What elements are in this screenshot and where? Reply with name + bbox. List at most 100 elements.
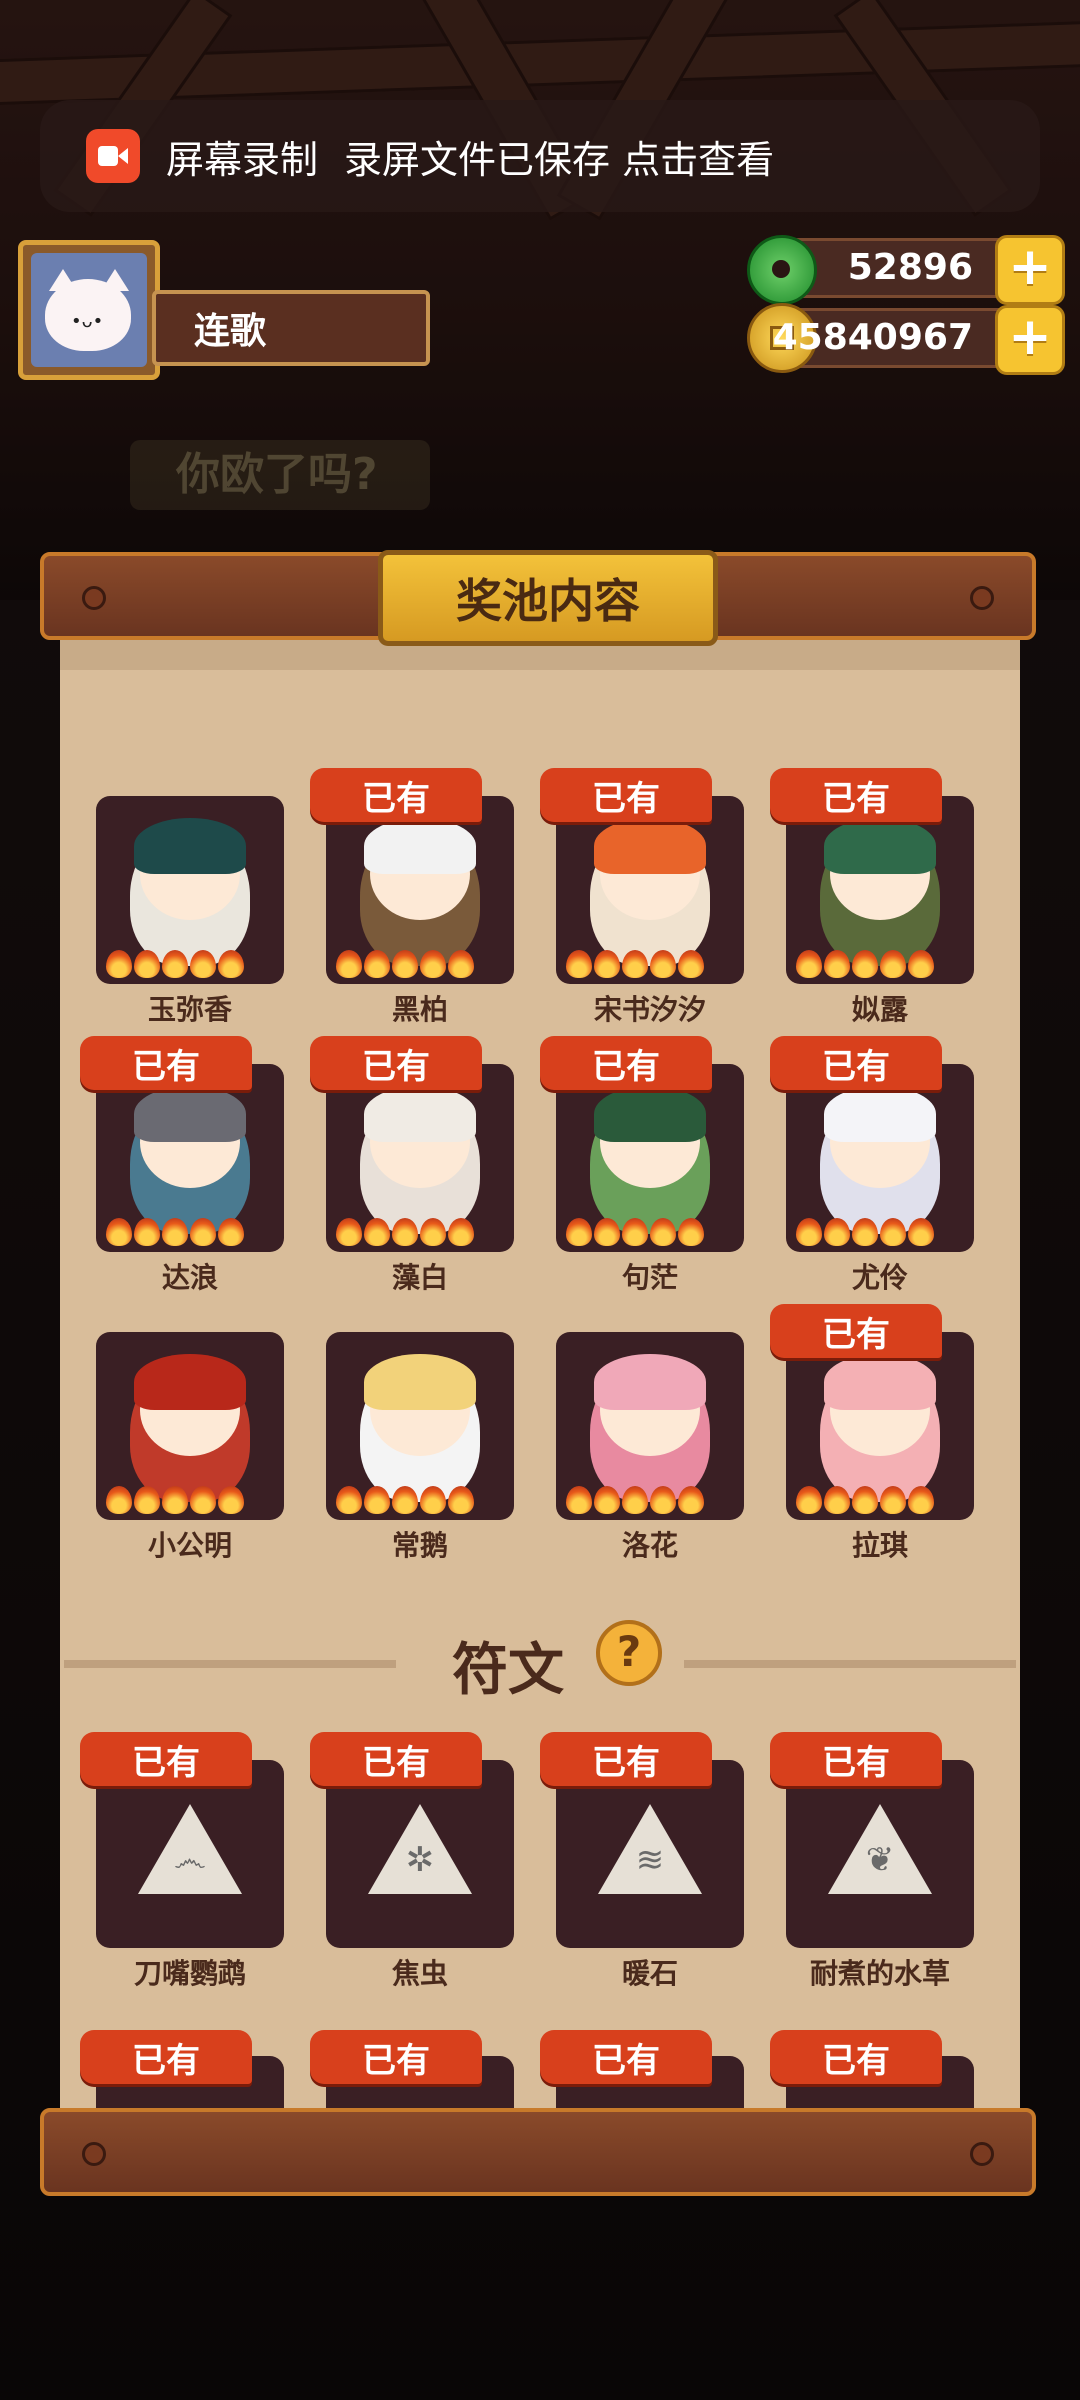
flame-icon [678, 1486, 704, 1514]
flame-rating [796, 950, 934, 978]
flame-icon [364, 950, 390, 978]
jade-amount: 52896 [847, 247, 973, 288]
character-card[interactable] [96, 796, 284, 984]
flame-rating [106, 950, 244, 978]
modal-bottom-board [40, 2108, 1036, 2196]
owned-badge: 已有 [540, 1036, 712, 1090]
flame-rating [106, 1486, 244, 1514]
flame-icon [190, 1486, 216, 1514]
character-card[interactable] [556, 796, 744, 984]
character-name: 姒露 [851, 993, 908, 1026]
character-card[interactable] [786, 796, 974, 984]
rune-name: 焦虫 [391, 1957, 448, 1990]
owned-badge: 已有 [770, 2030, 942, 2084]
flame-icon [566, 950, 592, 978]
nail-icon [970, 2142, 994, 2166]
flame-rating [336, 1486, 474, 1514]
owned-badge: 已有 [770, 1304, 942, 1358]
flame-icon [880, 950, 906, 978]
rune-card[interactable]: ෴ [96, 1760, 284, 1948]
rune-card[interactable]: ✲ [326, 1760, 514, 1948]
flame-icon [824, 1218, 850, 1246]
flame-icon [336, 950, 362, 978]
flame-icon [162, 1218, 188, 1246]
owned-badge: 已有 [770, 1036, 942, 1090]
background-banner-text: 你欧了吗? [130, 440, 430, 510]
flame-icon [218, 1486, 244, 1514]
character-card[interactable] [786, 1064, 974, 1252]
rune-name: 暖石 [621, 1957, 678, 1990]
character-hair [364, 818, 476, 874]
character-card[interactable] [326, 1064, 514, 1252]
character-card[interactable] [326, 1332, 514, 1520]
owned-badge: 已有 [310, 2030, 482, 2084]
modal-title: 奖池内容 [378, 550, 718, 646]
flame-icon [796, 1218, 822, 1246]
screen-record-toast[interactable]: 屏幕录制 录屏文件已保存 点击查看 [40, 100, 1040, 212]
character-card[interactable] [96, 1064, 284, 1252]
flame-icon [908, 1218, 934, 1246]
flame-icon [678, 1218, 704, 1246]
flame-icon [420, 1218, 446, 1246]
flame-icon [908, 1486, 934, 1514]
prize-pool-panel[interactable]: 玉弥香 已有 黑柏 已有 宋书汐汐 已有 姒露 已有 达浪 已有 藻白 已有 句茫 已有 尤伶 小公明 常鹅 洛花… [60, 640, 1020, 2110]
character-card[interactable] [326, 796, 514, 984]
flame-icon [134, 950, 160, 978]
character-hair [824, 1086, 936, 1142]
flame-icon [162, 950, 188, 978]
flame-icon [852, 950, 878, 978]
rune-glyph-icon: ✲ [405, 1840, 435, 1880]
flame-icon [364, 1486, 390, 1514]
flame-icon [622, 1218, 648, 1246]
flame-rating [336, 950, 474, 978]
flame-icon [336, 1218, 362, 1246]
add-jade-button[interactable]: + [995, 235, 1065, 305]
flame-rating [566, 1218, 704, 1246]
flame-icon [650, 1218, 676, 1246]
rune-glyph-icon: ≋ [635, 1840, 665, 1880]
character-name: 拉琪 [851, 1529, 908, 1562]
character-name: 宋书汐汐 [593, 993, 706, 1026]
character-name: 小公明 [147, 1529, 232, 1562]
toast-app-name: 屏幕录制 [166, 137, 319, 182]
nail-icon [82, 586, 106, 610]
flame-icon [364, 1218, 390, 1246]
toast-message: 录屏文件已保存 点击查看 [344, 137, 775, 182]
cat-face: •ᴗ• [71, 311, 104, 332]
character-name: 尤伶 [851, 1261, 908, 1294]
flame-rating [796, 1486, 934, 1514]
flame-icon [336, 1486, 362, 1514]
flame-icon [106, 1218, 132, 1246]
character-hair [134, 1086, 246, 1142]
flame-icon [392, 1486, 418, 1514]
character-card[interactable] [786, 1332, 974, 1520]
owned-badge: 已有 [310, 768, 482, 822]
add-coins-button[interactable]: + [995, 305, 1065, 375]
rune-card[interactable]: ❦ [786, 1760, 974, 1948]
flame-icon [190, 1218, 216, 1246]
owned-badge: 已有 [770, 1732, 942, 1786]
player-avatar[interactable]: •ᴗ• [18, 240, 160, 380]
flame-icon [420, 950, 446, 978]
character-card[interactable] [96, 1332, 284, 1520]
section-divider-left [64, 1660, 396, 1668]
flame-icon [448, 950, 474, 978]
character-name: 达浪 [161, 1261, 218, 1294]
flame-icon [650, 950, 676, 978]
flame-rating [566, 950, 704, 978]
rune-name: 刀嘴鹦鹉 [133, 1957, 246, 1990]
help-icon[interactable]: ? [596, 1620, 662, 1686]
flame-icon [392, 1218, 418, 1246]
character-card[interactable] [556, 1064, 744, 1252]
rune-card[interactable]: ≋ [556, 1760, 744, 1948]
flame-icon [594, 1218, 620, 1246]
character-card[interactable] [556, 1332, 744, 1520]
flame-icon [880, 1218, 906, 1246]
runes-section-title: 符文 [452, 1638, 564, 1703]
flame-icon [824, 1486, 850, 1514]
nail-icon [970, 586, 994, 610]
owned-badge: 已有 [80, 2030, 252, 2084]
flame-icon [448, 1218, 474, 1246]
flame-icon [106, 1486, 132, 1514]
flame-icon [134, 1218, 160, 1246]
